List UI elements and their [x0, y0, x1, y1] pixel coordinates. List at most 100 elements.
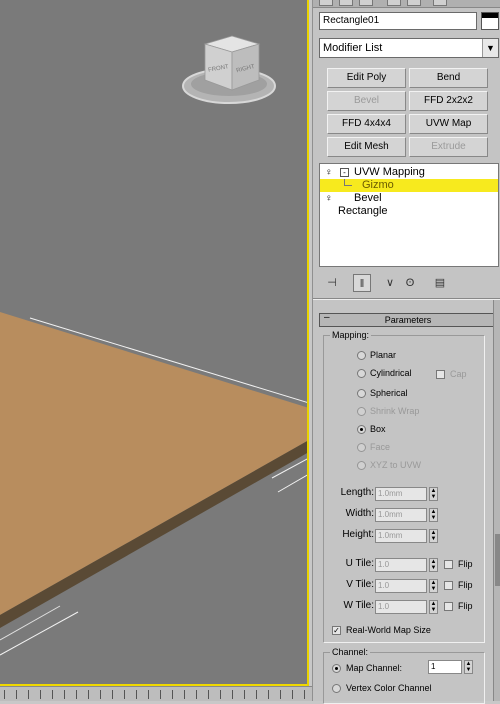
xyz-to-uvw-label: XYZ to UVW — [370, 460, 422, 470]
create-tab-icon[interactable] — [319, 0, 333, 6]
ruler-tick — [256, 690, 257, 699]
xyz-to-uvw-radio[interactable] — [357, 461, 366, 470]
planar-label: Planar — [370, 350, 397, 360]
pin-stack-icon[interactable]: ⊣ — [323, 274, 341, 292]
stack-item-rectangle[interactable]: Rectangle — [320, 205, 498, 218]
u-tile-field[interactable]: 1.0 — [375, 558, 427, 572]
edit-mesh-button[interactable]: Edit Mesh — [327, 137, 406, 157]
stack-item-label: Bevel — [354, 192, 382, 204]
cylindrical-radio[interactable] — [357, 369, 366, 378]
object-name-field[interactable]: Rectangle01 — [319, 12, 477, 30]
extrude-button[interactable]: Extrude — [409, 137, 488, 157]
ruler-tick — [64, 690, 65, 699]
perspective-viewport[interactable]: FRONT RIGHT — [0, 0, 309, 686]
width-spinner[interactable]: ▲ ▼ — [429, 508, 438, 522]
v-flip-checkbox[interactable] — [444, 581, 453, 590]
spherical-label: Spherical — [370, 388, 408, 398]
w-tile-spinner[interactable]: ▲ ▼ — [429, 600, 438, 614]
edit-poly-button[interactable]: Edit Poly — [327, 68, 406, 88]
make-unique-icon[interactable]: ∨ — [381, 274, 399, 292]
stack-item-label: UVW Mapping — [354, 166, 425, 178]
ruler-tick — [124, 690, 125, 699]
real-world-map-size-checkbox[interactable]: ✓ — [332, 626, 341, 635]
ruler-tick — [76, 690, 77, 699]
map-channel-label: Map Channel: — [346, 663, 403, 673]
ruler-tick — [160, 690, 161, 699]
modifier-stack[interactable]: ♀ - UVW Mapping Gizmo ♀ Bevel Rectangle — [319, 163, 499, 267]
stack-item-uvw-mapping[interactable]: ♀ - UVW Mapping — [320, 166, 498, 179]
width-field[interactable]: 1.0mm — [375, 508, 427, 522]
length-field[interactable]: 1.0mm — [375, 487, 427, 501]
ruler-tick — [280, 690, 281, 699]
show-end-result-icon[interactable]: ‖ — [353, 274, 371, 292]
v-tile-label: V Tile: — [346, 579, 374, 590]
ruler-tick — [112, 690, 113, 699]
ruler-tick — [184, 690, 185, 699]
ruler-tick — [244, 690, 245, 699]
stack-item-gizmo[interactable]: Gizmo — [320, 179, 498, 192]
scrollbar-thumb[interactable] — [495, 534, 500, 586]
bend-button[interactable]: Bend — [409, 68, 488, 88]
modifier-list-dropdown[interactable]: Modifier List ▼ — [319, 38, 499, 58]
hierarchy-tab-icon[interactable] — [359, 0, 373, 6]
configure-modifier-sets-icon[interactable]: ▤ — [431, 274, 449, 292]
command-panel: Rectangle01 Modifier List ▼ Edit Poly Be… — [312, 0, 500, 704]
ruler-tick — [40, 690, 41, 699]
ruler-tick — [220, 690, 221, 699]
cap-label: Cap — [450, 369, 467, 379]
real-world-map-size-label: Real-World Map Size — [346, 625, 431, 635]
map-channel-field[interactable]: 1 — [428, 660, 462, 674]
viewport-scene: FRONT RIGHT — [0, 0, 307, 686]
u-flip-label: Flip — [458, 559, 473, 569]
vertex-color-channel-radio[interactable] — [332, 684, 341, 693]
mapping-group: Mapping: Planar Cylindrical Cap Spherica… — [323, 330, 485, 643]
stack-toolbar: ⊣ ‖ ∨ ʘ ▤ — [319, 272, 499, 294]
v-tile-spinner[interactable]: ▲ ▼ — [429, 579, 438, 593]
ruler-tick — [292, 690, 293, 699]
display-tab-icon[interactable] — [407, 0, 421, 6]
spherical-radio[interactable] — [357, 389, 366, 398]
bevel-button[interactable]: Bevel — [327, 91, 406, 111]
modify-tab-icon[interactable] — [339, 0, 353, 6]
command-panel-tabs[interactable] — [313, 0, 500, 8]
time-ruler[interactable] — [0, 686, 312, 701]
height-spinner[interactable]: ▲ ▼ — [429, 529, 438, 543]
face-radio[interactable] — [357, 443, 366, 452]
u-flip-checkbox[interactable] — [444, 560, 453, 569]
uvw-map-button[interactable]: UVW Map — [409, 114, 488, 134]
u-tile-label: U Tile: — [345, 558, 374, 569]
ffd-4x4x4-button[interactable]: FFD 4x4x4 — [327, 114, 406, 134]
w-tile-field[interactable]: 1.0 — [375, 600, 427, 614]
v-tile-field[interactable]: 1.0 — [375, 579, 427, 593]
w-flip-checkbox[interactable] — [444, 602, 453, 611]
height-field[interactable]: 1.0mm — [375, 529, 427, 543]
ruler-tick — [28, 690, 29, 699]
cap-checkbox[interactable] — [436, 370, 445, 379]
ffd-2x2x2-button[interactable]: FFD 2x2x2 — [409, 91, 488, 111]
parameters-rollout-header[interactable]: – Parameters — [319, 312, 497, 327]
box-label: Box — [370, 424, 386, 434]
map-channel-spinner[interactable]: ▲ ▼ — [464, 660, 473, 674]
motion-tab-icon[interactable] — [387, 0, 401, 6]
panel-scrollbar[interactable] — [493, 300, 500, 701]
remove-modifier-icon[interactable]: ʘ — [401, 274, 419, 292]
stack-item-bevel[interactable]: ♀ Bevel — [320, 192, 498, 205]
box-radio[interactable] — [357, 425, 366, 434]
u-tile-spinner[interactable]: ▲ ▼ — [429, 558, 438, 572]
lightbulb-icon[interactable]: ♀ — [325, 166, 333, 179]
length-spinner[interactable]: ▲ ▼ — [429, 487, 438, 501]
channel-group-title: Channel: — [330, 647, 371, 657]
ruler-tick — [148, 690, 149, 699]
map-channel-radio[interactable] — [332, 664, 341, 673]
utilities-tab-icon[interactable] — [433, 0, 447, 6]
planar-radio[interactable] — [357, 351, 366, 360]
ruler-tick — [88, 690, 89, 699]
collapse-icon[interactable]: - — [340, 168, 349, 177]
lightbulb-icon[interactable]: ♀ — [325, 192, 333, 205]
object-color-swatch[interactable] — [481, 12, 499, 30]
shrink-wrap-radio[interactable] — [357, 407, 366, 416]
vertex-color-channel-label: Vertex Color Channel — [346, 683, 432, 693]
rollout-title: Parameters — [384, 315, 432, 325]
stack-item-label: Gizmo — [362, 179, 394, 191]
channel-group: Channel: Map Channel: 1 ▲ ▼ Vertex Color … — [323, 647, 485, 704]
